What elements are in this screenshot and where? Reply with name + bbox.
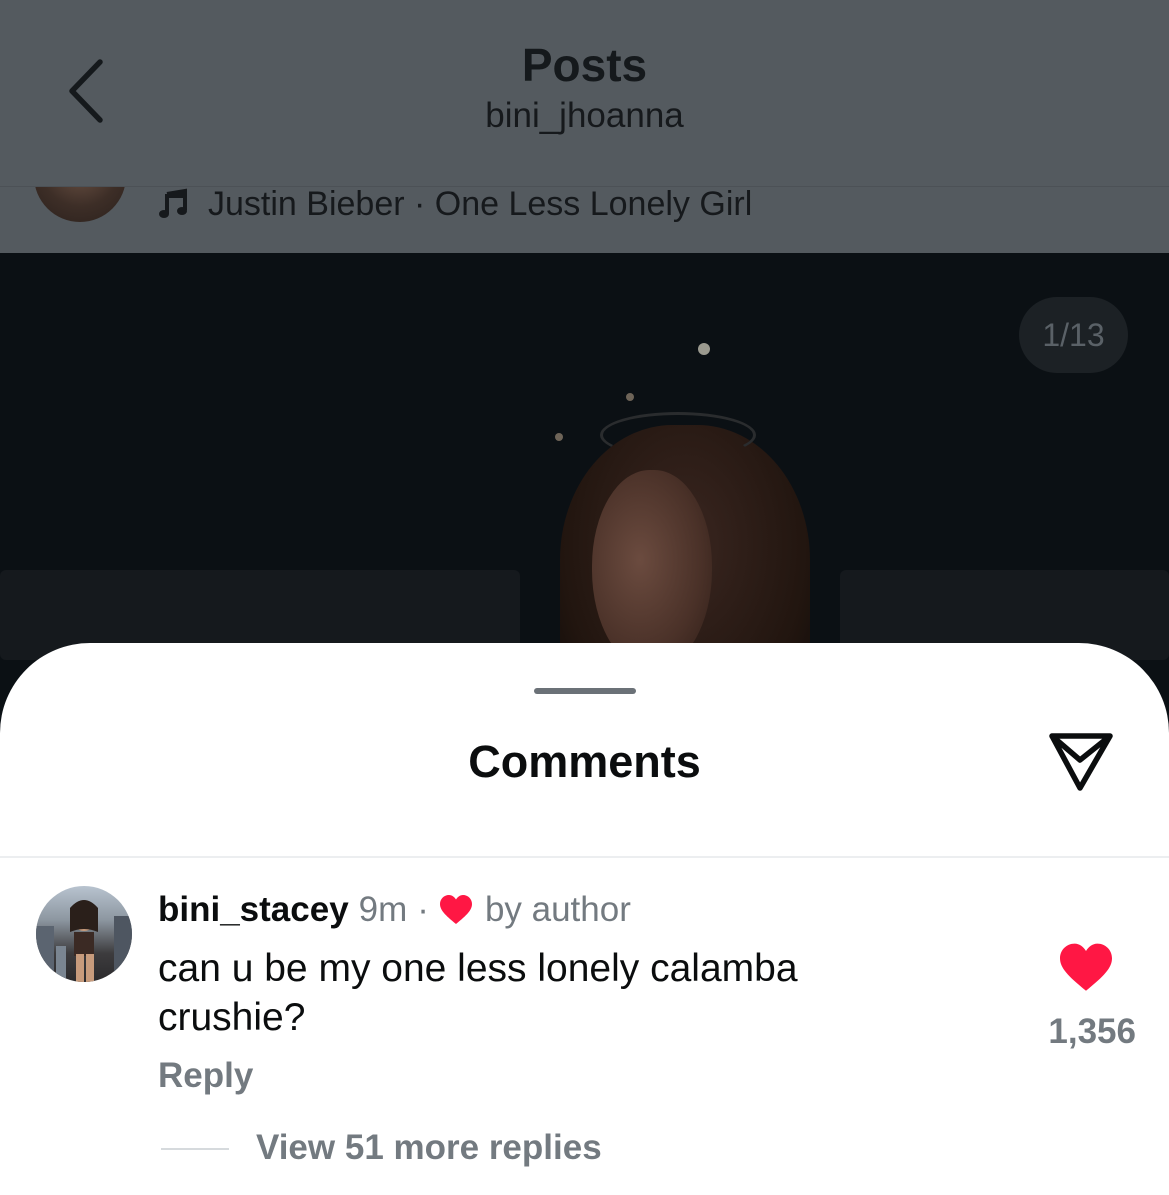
- sheet-drag-handle[interactable]: [534, 688, 636, 694]
- share-button[interactable]: [1044, 726, 1116, 794]
- view-more-replies-button[interactable]: View 51 more replies: [256, 1128, 602, 1168]
- music-attribution[interactable]: Justin Bieber · One Less Lonely Girl: [158, 182, 752, 226]
- share-send-icon: [1049, 733, 1113, 791]
- sheet-divider: [0, 856, 1169, 858]
- page-title: Posts: [521, 39, 648, 91]
- music-note-icon: [159, 188, 187, 218]
- liked-by-author-label: by author: [484, 890, 631, 929]
- music-track-label: Justin Bieber · One Less Lonely Girl: [208, 184, 753, 223]
- light-bokeh: [626, 393, 634, 401]
- heart-icon: [1060, 943, 1112, 991]
- light-bokeh: [698, 343, 710, 355]
- sunglasses: [600, 412, 756, 458]
- header-overlap: [20, 130, 140, 186]
- heart-icon: [439, 895, 472, 924]
- comment-like-button[interactable]: [1058, 942, 1114, 994]
- comment-time: 9m: [358, 890, 408, 929]
- comment-username[interactable]: bini_stacey: [158, 890, 349, 930]
- commenter-avatar[interactable]: [36, 886, 132, 982]
- page-subtitle-username[interactable]: bini_jhoanna: [0, 96, 1169, 136]
- comments-title: Comments: [468, 736, 701, 787]
- comment-meta: bini_stacey 9m · by author: [158, 888, 631, 932]
- meta-separator: ·: [417, 890, 429, 929]
- avatar-photo: [36, 900, 132, 982]
- reply-button[interactable]: Reply: [158, 1056, 253, 1096]
- comment-like-count: 1,356: [1048, 1012, 1136, 1051]
- replies-connector-line: [161, 1148, 229, 1150]
- photo-counter-badge: 1/13: [1019, 297, 1128, 373]
- light-bokeh: [555, 433, 563, 441]
- comment-text: can u be my one less lonely calamba crus…: [158, 947, 798, 1039]
- person-face: [592, 470, 712, 670]
